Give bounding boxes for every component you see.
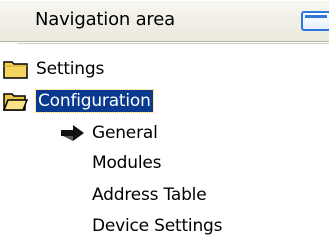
- folder-icon: [3, 59, 28, 79]
- tree-item-settings[interactable]: Settings: [3, 56, 104, 82]
- tree-item-configuration[interactable]: Configuration: [3, 88, 154, 114]
- arrow-right-icon: [60, 123, 86, 143]
- tree-item-address-table[interactable]: Address Table: [92, 182, 207, 208]
- tree-item-label: General: [92, 123, 158, 143]
- tree-item-label: Configuration: [35, 89, 154, 113]
- tree-item-general[interactable]: General: [60, 120, 158, 146]
- tree-item-label: Address Table: [92, 185, 207, 205]
- tree-item-label: Settings: [36, 59, 105, 79]
- tree-item-device-settings[interactable]: Device Settings: [92, 213, 222, 239]
- folder-open-icon: [3, 91, 28, 111]
- navigation-panel: Navigation area Settings Configuration G…: [0, 0, 329, 243]
- navigation-header: Navigation area: [0, 0, 329, 42]
- tree-item-label: Modules: [92, 153, 162, 173]
- window-icon[interactable]: [301, 11, 329, 31]
- tree-item-label: Device Settings: [92, 216, 223, 236]
- navigation-title: Navigation area: [35, 9, 175, 30]
- header-divider: [17, 43, 329, 44]
- tree-item-modules[interactable]: Modules: [92, 150, 161, 176]
